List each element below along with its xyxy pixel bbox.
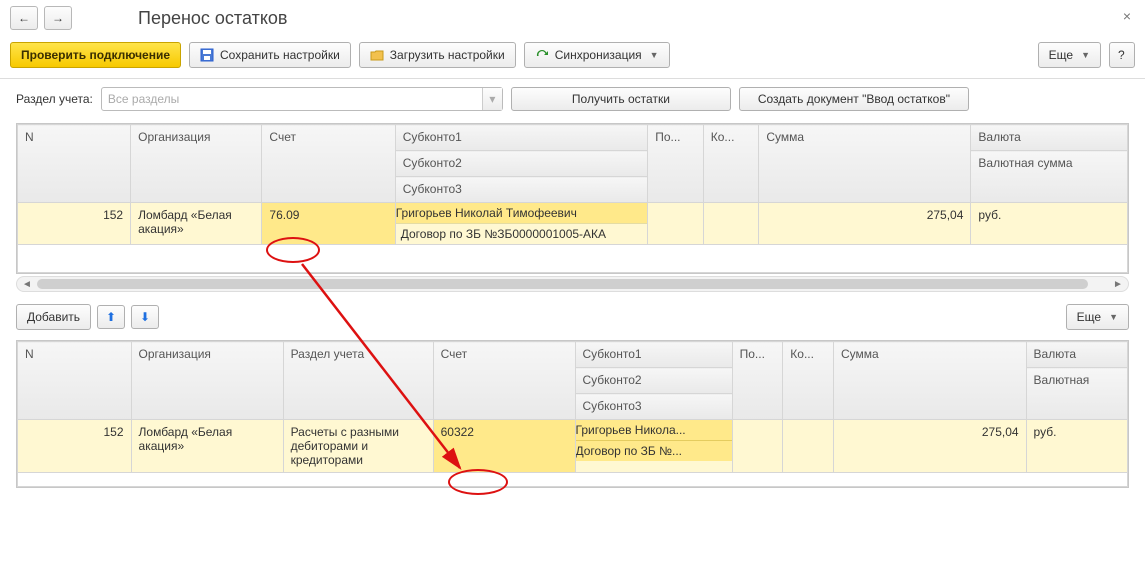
col2-n[interactable]: N bbox=[18, 342, 132, 420]
scroll-left-icon[interactable]: ◄ bbox=[19, 277, 35, 291]
folder-icon bbox=[370, 48, 384, 62]
col-cur[interactable]: Валюта bbox=[971, 125, 1128, 151]
chevron-down-icon[interactable]: ▾ bbox=[482, 88, 502, 110]
col-sum[interactable]: Сумма bbox=[759, 125, 971, 203]
col2-org[interactable]: Организация bbox=[131, 342, 283, 420]
cell-ko bbox=[703, 203, 759, 245]
col2-acct[interactable]: Счет bbox=[433, 342, 575, 420]
cell2-ko bbox=[783, 420, 834, 473]
horizontal-scrollbar[interactable]: ◄ ► bbox=[16, 276, 1129, 292]
col-cur-sum[interactable]: Валютная сумма bbox=[971, 151, 1128, 203]
table-row[interactable]: 152 Ломбард «Белая акация» 76.09 Григорь… bbox=[18, 203, 1128, 245]
col-org[interactable]: Организация bbox=[131, 125, 262, 203]
col-ko[interactable]: Ко... bbox=[703, 125, 759, 203]
save-settings-button[interactable]: Сохранить настройки bbox=[189, 42, 351, 68]
help-button[interactable]: ? bbox=[1109, 42, 1135, 68]
more-label-2: Еще bbox=[1077, 310, 1101, 324]
col2-sum[interactable]: Сумма bbox=[833, 342, 1026, 420]
cell-sub2: Договор по ЗБ №ЗБ0000001005-АКА bbox=[396, 223, 648, 244]
cell2-sub2: Договор по ЗБ №... bbox=[575, 440, 732, 461]
col2-sub2[interactable]: Субконто2 bbox=[575, 368, 732, 394]
col2-po[interactable]: По... bbox=[732, 342, 783, 420]
save-settings-label: Сохранить настройки bbox=[220, 48, 340, 62]
create-doc-button[interactable]: Создать документ "Ввод остатков" bbox=[739, 87, 969, 111]
balances-source-table: N Организация Счет Субконто1 По... Ко...… bbox=[16, 123, 1129, 274]
section-filter-label: Раздел учета: bbox=[16, 92, 93, 106]
scroll-thumb[interactable] bbox=[37, 279, 1088, 289]
cell-acct: 76.09 bbox=[262, 203, 395, 245]
check-connection-label: Проверить подключение bbox=[21, 48, 170, 62]
more-button-bottom[interactable]: Еще ▼ bbox=[1066, 304, 1129, 330]
cell2-acct: 60322 bbox=[433, 420, 575, 473]
move-up-button[interactable]: ⬆ bbox=[97, 305, 125, 329]
cell-sub1: Григорьев Николай Тимофеевич bbox=[395, 203, 648, 223]
check-connection-button[interactable]: Проверить подключение bbox=[10, 42, 181, 68]
col-n[interactable]: N bbox=[18, 125, 131, 203]
cell2-cur: руб. bbox=[1026, 420, 1127, 473]
get-balances-button[interactable]: Получить остатки bbox=[511, 87, 731, 111]
cell2-org: Ломбард «Белая акация» bbox=[131, 420, 283, 473]
cell-po bbox=[648, 203, 704, 245]
nav-forward-button[interactable]: → bbox=[44, 6, 72, 30]
chevron-down-icon: ▼ bbox=[1109, 312, 1118, 322]
cell-org: Ломбард «Белая акация» bbox=[131, 203, 262, 245]
cell2-sub1: Григорьев Никола... bbox=[575, 420, 732, 440]
move-down-button[interactable]: ⬇ bbox=[131, 305, 159, 329]
get-balances-label: Получить остатки bbox=[572, 92, 670, 106]
section-filter-select[interactable]: Все разделы ▾ bbox=[101, 87, 503, 111]
chevron-down-icon: ▼ bbox=[650, 50, 659, 60]
cell2-n: 152 bbox=[18, 420, 132, 473]
more-label: Еще bbox=[1049, 48, 1073, 62]
load-settings-button[interactable]: Загрузить настройки bbox=[359, 42, 516, 68]
col-acct[interactable]: Счет bbox=[262, 125, 395, 203]
chevron-down-icon: ▼ bbox=[1081, 50, 1090, 60]
col2-sub1[interactable]: Субконто1 bbox=[575, 342, 732, 368]
arrow-left-icon: ← bbox=[18, 11, 30, 25]
col2-cur[interactable]: Валюта bbox=[1026, 342, 1127, 368]
section-filter-placeholder: Все разделы bbox=[108, 92, 179, 106]
cell-cur: руб. bbox=[971, 203, 1128, 245]
page-title: Перенос остатков bbox=[138, 8, 287, 29]
cell2-po bbox=[732, 420, 783, 473]
scroll-right-icon[interactable]: ► bbox=[1110, 277, 1126, 291]
col2-section[interactable]: Раздел учета bbox=[283, 342, 433, 420]
more-button-top[interactable]: Еще ▼ bbox=[1038, 42, 1101, 68]
help-label: ? bbox=[1118, 48, 1125, 62]
col2-ko[interactable]: Ко... bbox=[783, 342, 834, 420]
arrow-up-icon: ⬆ bbox=[106, 310, 116, 324]
add-label: Добавить bbox=[27, 310, 80, 324]
diskette-icon bbox=[200, 48, 214, 62]
load-settings-label: Загрузить настройки bbox=[390, 48, 505, 62]
arrow-right-icon: → bbox=[52, 11, 64, 25]
nav-back-button[interactable]: ← bbox=[10, 6, 38, 30]
col-sub3[interactable]: Субконто3 bbox=[395, 177, 648, 203]
cell-sum: 275,04 bbox=[759, 203, 971, 245]
cell-n: 152 bbox=[18, 203, 131, 245]
table-row[interactable]: 152 Ломбард «Белая акация» Расчеты с раз… bbox=[18, 420, 1128, 473]
col-sub1[interactable]: Субконто1 bbox=[395, 125, 648, 151]
cell-subkonto: Григорьев Николай Тимофеевич Договор по … bbox=[395, 203, 648, 245]
balances-target-table: N Организация Раздел учета Счет Субконто… bbox=[16, 340, 1129, 488]
col2-cur-sum[interactable]: Валютная bbox=[1026, 368, 1127, 420]
close-icon[interactable]: × bbox=[1123, 8, 1131, 24]
arrow-down-icon: ⬇ bbox=[140, 310, 150, 324]
cell2-section: Расчеты с разными дебиторами и кредитора… bbox=[283, 420, 433, 473]
col-po[interactable]: По... bbox=[648, 125, 704, 203]
col-sub2[interactable]: Субконто2 bbox=[395, 151, 648, 177]
add-button[interactable]: Добавить bbox=[16, 304, 91, 330]
sync-icon bbox=[535, 48, 549, 62]
create-doc-label: Создать документ "Ввод остатков" bbox=[758, 92, 950, 106]
sync-button[interactable]: Синхронизация ▼ bbox=[524, 42, 670, 68]
cell2-sum: 275,04 bbox=[833, 420, 1026, 473]
cell2-subkonto: Григорьев Никола... Договор по ЗБ №... bbox=[575, 420, 732, 473]
sync-label: Синхронизация bbox=[555, 48, 642, 62]
col2-sub3[interactable]: Субконто3 bbox=[575, 394, 732, 420]
